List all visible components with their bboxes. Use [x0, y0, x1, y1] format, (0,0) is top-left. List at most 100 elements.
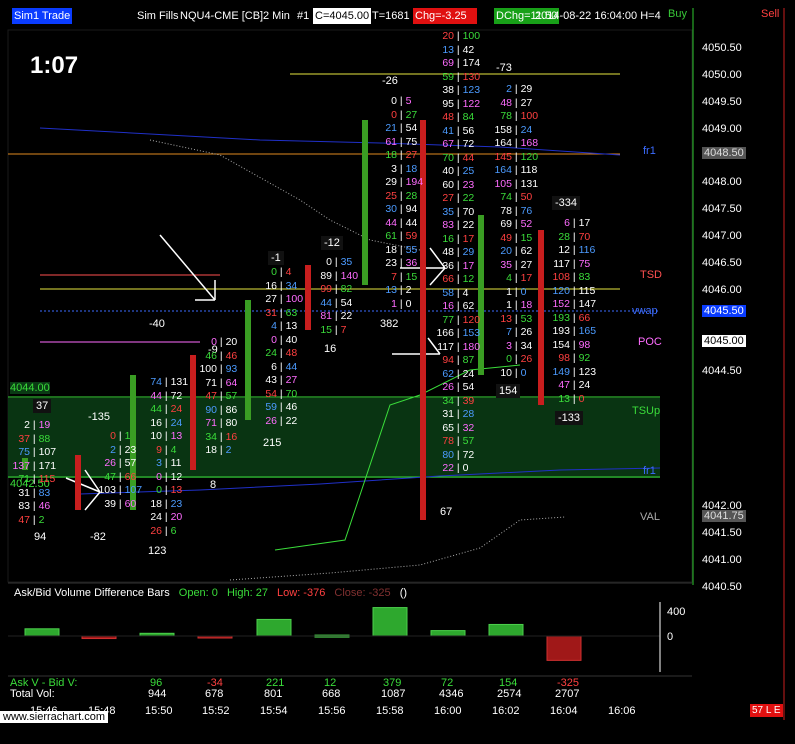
- volume-separator: |: [116, 470, 125, 483]
- bid-volume: 43: [265, 374, 277, 386]
- footprint-row: 35 | 70: [432, 206, 474, 218]
- bid-volume: 77: [442, 313, 454, 326]
- bid-volume: 105: [494, 177, 512, 190]
- summary-total-value: 2707: [555, 688, 580, 700]
- bid-volume: 48: [442, 111, 454, 123]
- volume-separator: |: [570, 271, 579, 283]
- volume-separator: |: [454, 286, 463, 299]
- volume-separator: |: [332, 323, 341, 336]
- ask-volume: 23: [170, 497, 183, 510]
- ask-volume: 130: [462, 70, 481, 83]
- bid-volume: 3: [156, 457, 162, 469]
- footprint-row: 0 | 5: [375, 95, 411, 107]
- footprint-row: 7 | 15: [375, 271, 417, 283]
- bid-volume: 0: [156, 484, 162, 496]
- footprint-row: 0 | 13: [140, 484, 182, 496]
- ask-volume: 59: [405, 230, 418, 242]
- bid-volume: 37: [18, 432, 30, 445]
- volume-separator: |: [162, 484, 171, 496]
- price-axis-label: 4046.00: [702, 284, 742, 296]
- ask-volume: 131: [170, 376, 189, 388]
- bid-volume: 16: [150, 416, 162, 429]
- ask-volume: 18: [405, 162, 418, 175]
- volume-separator: |: [570, 325, 579, 337]
- bid-volume: 24: [265, 347, 277, 359]
- volume-separator: |: [397, 284, 406, 296]
- volume-separator: |: [454, 381, 463, 393]
- ask-volume: 48: [285, 347, 298, 359]
- bid-volume: 0: [391, 108, 397, 121]
- volume-separator: |: [512, 299, 521, 311]
- footprint-row: 105 | 131: [490, 178, 538, 190]
- volume-separator: |: [30, 419, 39, 431]
- footprint-row: 25 | 28: [375, 190, 417, 202]
- ask-volume: 6: [170, 524, 177, 537]
- footprint-row: 10 | 13: [140, 430, 182, 442]
- ask-volume: 140: [340, 269, 359, 282]
- footprint-row: 1 | 18: [490, 299, 532, 311]
- bid-volume: 193: [552, 325, 570, 337]
- bid-volume: 16: [442, 300, 454, 312]
- volume-diff-bar: [546, 635, 582, 661]
- ask-volume: 54: [462, 381, 475, 393]
- volume-separator: |: [454, 111, 463, 123]
- volume-separator: |: [570, 352, 579, 364]
- volume-separator: |: [454, 340, 463, 353]
- footprint-row: 48 | 29: [432, 246, 474, 258]
- ask-volume: 22: [285, 414, 298, 427]
- ask-volume: 39: [462, 394, 475, 407]
- footprint-row: 21 | 54: [375, 122, 417, 134]
- ask-volume: 26: [520, 326, 533, 338]
- ask-volume: 100: [285, 293, 304, 305]
- ask-volume: 63: [285, 306, 298, 319]
- bid-volume: 10: [150, 430, 162, 442]
- volume-separator: |: [277, 414, 286, 427]
- footprint-row: 20 | 100: [432, 30, 480, 42]
- bid-volume: 15: [320, 323, 332, 336]
- ask-volume: 0: [405, 297, 412, 310]
- footprint-row: 10 | 0: [490, 367, 526, 379]
- bid-volume: 7: [391, 270, 397, 283]
- ask-volume: 4: [285, 266, 292, 278]
- volume-separator: |: [116, 443, 125, 456]
- volume-separator: |: [512, 137, 521, 149]
- volume-separator: |: [162, 470, 171, 483]
- footprint-row: 78 | 76: [490, 205, 532, 217]
- volume-separator: |: [512, 123, 521, 136]
- sierrachart-url[interactable]: www.sierrachart.com: [0, 711, 109, 723]
- bid-volume: 137: [12, 459, 30, 472]
- footprint-row: 95 | 122: [432, 98, 480, 110]
- subchart-title: Ask/Bid Volume Difference Bars: [14, 587, 170, 599]
- footprint-row: 13 | 53: [490, 313, 532, 325]
- volume-separator: |: [217, 444, 226, 456]
- volume-separator: |: [217, 376, 226, 389]
- volume-separator: |: [454, 84, 463, 96]
- footprint-row: 0 | 40: [255, 334, 297, 346]
- bid-volume: 149: [552, 365, 570, 378]
- bid-volume: 20: [442, 30, 454, 42]
- volume-separator: |: [332, 256, 341, 268]
- bid-volume: 10: [500, 366, 512, 379]
- tsup-left-price: 4044.00: [10, 382, 50, 394]
- volume-separator: |: [570, 392, 579, 405]
- footprint-row: 28 | 70: [548, 231, 590, 243]
- bid-volume: 27: [265, 293, 277, 305]
- ask-volume: 32: [462, 421, 475, 434]
- volume-separator: |: [454, 57, 463, 69]
- footprint-row: 3 | 18: [375, 163, 417, 175]
- time-axis-label: 15:54: [260, 705, 288, 717]
- volume-diff-bar: [430, 630, 466, 637]
- footprint-row: 152 | 147: [548, 298, 596, 310]
- footprint-row: 23 | 36: [375, 257, 417, 269]
- subchart-high: High: 27: [226, 587, 268, 599]
- bid-volume: 0: [271, 266, 277, 278]
- ask-volume: 0: [520, 285, 527, 298]
- ask-volume: 24: [462, 367, 475, 380]
- footprint-row: 18 | 23: [140, 498, 182, 510]
- volume-separator: |: [454, 30, 463, 42]
- bid-volume: 61: [385, 135, 397, 148]
- ask-volume: 92: [578, 352, 591, 364]
- bid-volume: 35: [442, 205, 454, 218]
- ask-volume: 66: [578, 311, 591, 324]
- volume-separator: |: [570, 284, 579, 297]
